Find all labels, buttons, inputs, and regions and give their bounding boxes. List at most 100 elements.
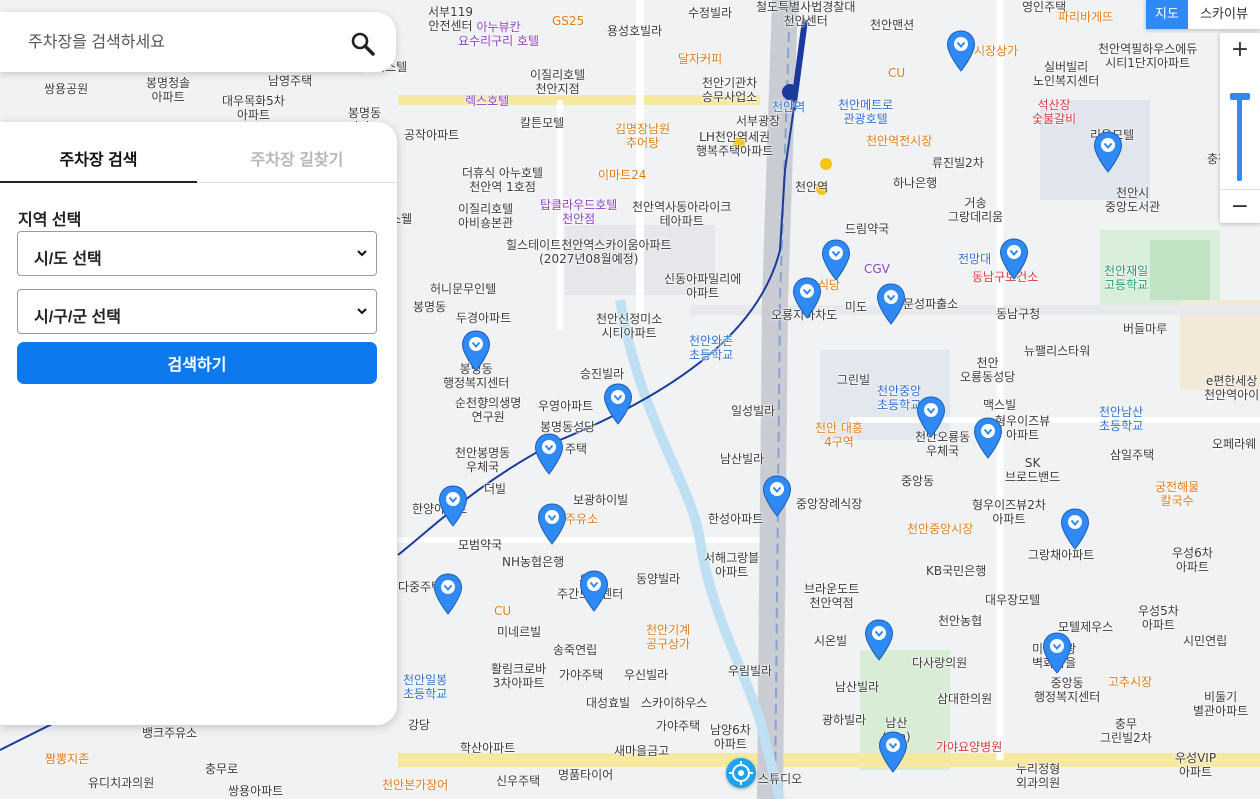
map-place-label[interactable]: 파리바게뜨 xyxy=(1058,10,1113,24)
map-place-label[interactable]: 삼대한의원 xyxy=(937,692,992,706)
map-place-label[interactable]: CU xyxy=(888,66,905,80)
map-place-label[interactable]: 철도특별사법경찰대 천안센터 xyxy=(756,0,855,28)
map-place-label[interactable]: 허니문무인텔 xyxy=(430,282,496,296)
map-place-label[interactable]: 천안역 xyxy=(795,180,828,194)
map-place-label[interactable]: 누리정형 외과의원 xyxy=(1016,762,1060,790)
map-place-label[interactable]: 강당 xyxy=(408,718,430,732)
parking-marker[interactable] xyxy=(999,238,1029,280)
map-place-label[interactable]: 이질리호텔 천안지점 xyxy=(530,68,585,96)
map-place-label[interactable]: 전망대 xyxy=(958,252,991,266)
map-place-label[interactable]: 천안본가장어 xyxy=(382,778,448,792)
map-place-label[interactable]: 그랑채아파트 xyxy=(1028,548,1094,562)
map-place-label[interactable]: 새마을금고 xyxy=(614,744,669,758)
zoom-out-button[interactable]: − xyxy=(1220,189,1260,224)
map-place-label[interactable]: 미도 xyxy=(845,300,867,314)
map-place-label[interactable]: 봉명청솔 아파트 xyxy=(146,76,190,104)
map-place-label[interactable]: 한성아파트 xyxy=(708,512,763,526)
parking-marker[interactable] xyxy=(1060,508,1090,550)
map-place-label[interactable]: CGV xyxy=(864,262,890,276)
parking-marker[interactable] xyxy=(864,619,894,661)
map-place-label[interactable]: 거송 그랑데리움 xyxy=(948,196,1003,224)
map-place-label[interactable]: 시민연립 xyxy=(1183,634,1227,648)
map-place-label[interactable]: KB국민은행 xyxy=(926,564,986,578)
parking-marker[interactable] xyxy=(461,330,491,372)
map-place-label[interactable]: 천안역사동아라이크 테아파트 xyxy=(632,200,731,228)
map-place-label[interactable]: 송죽연립 xyxy=(553,643,597,657)
map-place-label[interactable]: 천안 대흥 4구역 xyxy=(815,421,863,449)
map-view-button[interactable]: 지도 xyxy=(1146,0,1188,29)
map-place-label[interactable]: 형우이즈뷰2차 아파트 xyxy=(972,498,1046,526)
parking-marker[interactable] xyxy=(1093,131,1123,173)
map-place-label[interactable]: 천안일봉 초등학교 xyxy=(403,673,447,701)
parking-marker[interactable] xyxy=(876,283,906,325)
map-place-label[interactable]: 천안 오룡동성당 xyxy=(960,356,1015,384)
map-place-label[interactable]: 우신빌라 xyxy=(624,668,668,682)
parking-marker[interactable] xyxy=(762,475,792,517)
tab-parking-search[interactable]: 주차장 검색 xyxy=(0,122,197,183)
zoom-slider-track[interactable] xyxy=(1237,93,1242,181)
parking-marker[interactable] xyxy=(438,485,468,527)
map-place-label[interactable]: 천안시 중앙도서관 xyxy=(1105,186,1160,214)
map-place-label[interactable]: 서부광장 xyxy=(736,114,780,128)
parking-marker[interactable] xyxy=(916,396,946,438)
map-place-label[interactable]: 서해그랑블 아파트 xyxy=(704,551,759,579)
map-place-label[interactable]: 더빌 xyxy=(484,482,506,496)
map-place-label[interactable]: 더휴식 아누호텔 천안역 1호점 xyxy=(462,166,543,194)
map-place-label[interactable]: SK 브로드밴드 xyxy=(1005,456,1060,484)
map-place-label[interactable]: 천안기관차 승무사업소 xyxy=(702,76,757,104)
parking-marker[interactable] xyxy=(534,433,564,475)
parking-marker[interactable] xyxy=(973,417,1003,459)
map-place-label[interactable]: 가야주택 xyxy=(656,719,700,733)
map-place-label[interactable]: 명품타이어 xyxy=(558,768,613,782)
map-place-label[interactable]: 천안역전시장 xyxy=(866,134,932,148)
parking-marker[interactable] xyxy=(537,503,567,545)
map-place-label[interactable]: 남산빌라 xyxy=(720,452,764,466)
map-place-label[interactable]: 천안역 xyxy=(772,100,805,114)
map-place-label[interactable]: 우성5차 아파트 xyxy=(1138,604,1179,632)
map-place-label[interactable]: 짬뽕지존 xyxy=(45,752,89,766)
current-location-button[interactable] xyxy=(726,758,756,788)
map-place-label[interactable]: 궁전해물 칼국수 xyxy=(1155,480,1199,508)
skyview-button[interactable]: 스카이뷰 xyxy=(1188,0,1260,29)
map-place-label[interactable]: 버들마루 xyxy=(1123,322,1167,336)
map-place-label[interactable]: 우영아파트 xyxy=(538,399,593,413)
map-place-label[interactable]: 모범약국 xyxy=(458,538,502,552)
map-place-label[interactable]: 천안기계 공구상가 xyxy=(646,623,690,651)
map-place-label[interactable]: 천안재일 고등학교 xyxy=(1104,264,1148,292)
map-place-label[interactable]: 가야주택 xyxy=(559,668,603,682)
map-place-label[interactable]: 천안봉명동 우체국 xyxy=(455,446,510,474)
parking-marker[interactable] xyxy=(433,573,463,615)
map-place-label[interactable]: 천안농협 xyxy=(938,614,982,628)
map-place-label[interactable]: 신동아파밀리에 아파트 xyxy=(664,272,741,300)
map-place-label[interactable]: 두경아파트 xyxy=(456,311,511,325)
map-place-label[interactable]: 비둘기 별관아파트 xyxy=(1193,690,1248,718)
map-place-label[interactable]: 봉명동 xyxy=(413,300,446,314)
map-place-label[interactable]: 그린빌 xyxy=(837,373,870,387)
map-place-label[interactable]: 형우이즈뷰 아파트 xyxy=(995,414,1050,442)
map-place-label[interactable]: 천안메트로 관광호텔 xyxy=(838,98,893,126)
map-place-label[interactable]: 브라운도트 천안역점 xyxy=(804,582,859,610)
parking-marker[interactable] xyxy=(792,277,822,319)
map-place-label[interactable]: 충무 그린빌2차 xyxy=(1100,717,1152,745)
map-place-label[interactable]: 신우주택 xyxy=(496,774,540,788)
map-place-label[interactable]: 순천향의생명 연구원 xyxy=(455,396,521,424)
map-place-label[interactable]: 대우장모텔 xyxy=(985,593,1040,607)
map-place-label[interactable]: 대성효빌 xyxy=(586,696,630,710)
map-place-label[interactable]: 이마트24 xyxy=(598,168,646,182)
map-place-label[interactable]: 중앙동 xyxy=(901,474,934,488)
map-place-label[interactable]: 천안남산 초등학교 xyxy=(1099,405,1143,433)
map-place-label[interactable]: 스카이하우스 xyxy=(641,696,707,710)
map-place-label[interactable]: 하나은행 xyxy=(893,176,937,190)
map-place-label[interactable]: 석산장 숯불갈비 xyxy=(1032,98,1076,126)
map-place-label[interactable]: 문성파출소 xyxy=(903,297,958,311)
province-select[interactable]: 시/도 선택 xyxy=(17,231,377,276)
map-place-label[interactable]: 시장상가 xyxy=(974,44,1018,58)
map-place-label[interactable]: 일성빌라 xyxy=(731,404,775,418)
map-place-label[interactable]: 우성6차 아파트 xyxy=(1172,546,1213,574)
map-place-label[interactable]: LH천안역세권 행복주택아파트 xyxy=(696,130,773,158)
map-place-label[interactable]: 아누뷰칸 요수리구리 호텔 xyxy=(458,20,539,48)
map-place-label[interactable]: 유디치과의원 xyxy=(88,776,154,790)
parking-marker[interactable] xyxy=(946,30,976,72)
map-place-label[interactable]: 중앙장례식장 xyxy=(796,497,862,511)
search-button[interactable]: 검색하기 xyxy=(17,342,377,384)
